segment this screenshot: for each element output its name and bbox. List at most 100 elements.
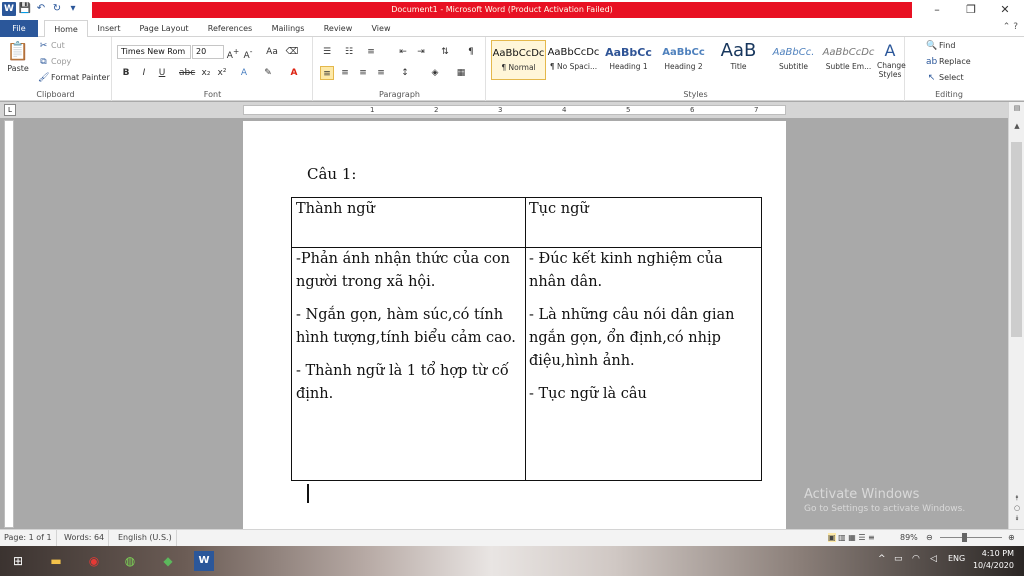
- ruler-toggle-icon[interactable]: ▤: [1009, 104, 1024, 112]
- table-cell-thanh-ngu[interactable]: -Phản ánh nhận thức của con người trong …: [296, 248, 522, 416]
- word-count[interactable]: Words: 64: [60, 530, 110, 546]
- tab-home[interactable]: Home: [44, 20, 88, 38]
- zoom-slider-thumb[interactable]: [962, 533, 967, 542]
- page-count[interactable]: Page: 1 of 1: [0, 530, 57, 546]
- print-layout-icon[interactable]: ▣: [828, 533, 836, 542]
- help-icon[interactable]: ?: [1013, 22, 1018, 32]
- tab-selector-icon[interactable]: L: [4, 104, 16, 116]
- document-area[interactable]: Câu 1: Thành ngữ Tục ngữ -Phản ánh nhận …: [16, 118, 1008, 529]
- bold-icon[interactable]: B: [119, 66, 133, 80]
- multilevel-list-icon[interactable]: ≡: [364, 45, 378, 59]
- comparison-table[interactable]: Thành ngữ Tục ngữ -Phản ánh nhận thức củ…: [291, 197, 762, 481]
- style-heading-2[interactable]: AaBbCc Heading 2: [656, 40, 711, 80]
- change-styles-button[interactable]: A Change Styles: [877, 41, 906, 79]
- font-color-icon[interactable]: A: [287, 66, 301, 80]
- table-header-thanh-ngu[interactable]: Thành ngữ: [296, 198, 522, 221]
- clear-formatting-icon[interactable]: ⌫: [285, 45, 299, 59]
- tab-page-layout[interactable]: Page Layout: [136, 20, 192, 37]
- word-taskbar-icon[interactable]: W: [194, 551, 214, 571]
- justify-icon[interactable]: ≡: [374, 66, 388, 80]
- next-page-icon[interactable]: ⯯: [1009, 514, 1024, 523]
- strikethrough-icon[interactable]: abc: [179, 66, 195, 80]
- style-heading-1[interactable]: AaBbCc Heading 1: [601, 40, 656, 80]
- style-normal[interactable]: AaBbCcDc ¶ Normal: [491, 40, 546, 80]
- tab-references[interactable]: References: [202, 20, 258, 37]
- browse-object-icon[interactable]: ○: [1009, 504, 1024, 512]
- battery-icon[interactable]: ▭: [894, 554, 903, 564]
- zoom-out-icon[interactable]: ⊖: [922, 530, 937, 546]
- close-button[interactable]: ✕: [988, 0, 1022, 20]
- replace-button[interactable]: ab Replace: [926, 56, 971, 68]
- style-title[interactable]: AaB Title: [711, 40, 766, 80]
- style-no-spacing[interactable]: AaBbCcDc ¶ No Spaci...: [546, 40, 601, 80]
- system-clock[interactable]: 4:10 PM 10/4/2020: [973, 548, 1014, 572]
- zoom-level[interactable]: 89%: [896, 530, 922, 546]
- format-painter-button[interactable]: 🖌 Format Painter: [38, 72, 110, 84]
- decrease-indent-icon[interactable]: ⇤: [396, 45, 410, 59]
- save-icon[interactable]: 💾: [18, 2, 32, 16]
- superscript-icon[interactable]: x²: [215, 66, 229, 80]
- numbering-icon[interactable]: ☷: [342, 45, 356, 59]
- scroll-up-icon[interactable]: ▲: [1009, 122, 1024, 130]
- text-effects-icon[interactable]: A: [237, 66, 251, 80]
- find-button[interactable]: 🔍 Find: [926, 40, 955, 52]
- zoom-in-icon[interactable]: ⊕: [1004, 530, 1019, 546]
- borders-icon[interactable]: ▦: [454, 66, 468, 80]
- table-header-tuc-ngu[interactable]: Tục ngữ: [529, 198, 759, 221]
- line-spacing-icon[interactable]: ↕: [398, 66, 412, 80]
- language-status[interactable]: English (U.S.): [114, 530, 177, 546]
- subscript-icon[interactable]: x₂: [199, 66, 213, 80]
- web-layout-icon[interactable]: ▦: [848, 533, 856, 542]
- select-button[interactable]: ↖ Select: [926, 72, 964, 84]
- minimize-button[interactable]: –: [920, 0, 954, 20]
- file-explorer-icon[interactable]: ▬: [46, 551, 66, 571]
- stack-app-icon[interactable]: ◆: [158, 551, 178, 571]
- highlight-icon[interactable]: ✎: [261, 66, 275, 80]
- table-cell-tuc-ngu[interactable]: - Đúc kết kinh nghiệm của nhân dân. - Là…: [529, 248, 759, 416]
- align-right-icon[interactable]: ≡: [356, 66, 370, 80]
- style-subtle-emphasis[interactable]: AaBbCcDc Subtle Em...: [821, 40, 876, 80]
- italic-icon[interactable]: I: [137, 66, 151, 80]
- change-case-icon[interactable]: Aa: [265, 45, 279, 59]
- customize-qat-icon[interactable]: ▾: [66, 2, 80, 16]
- shading-icon[interactable]: ◈: [428, 66, 442, 80]
- undo-icon[interactable]: ↶: [34, 2, 48, 16]
- volume-icon[interactable]: ◁: [930, 554, 937, 564]
- redo-icon[interactable]: ↻: [50, 2, 64, 16]
- cut-button[interactable]: ✂ Cut: [38, 40, 65, 52]
- align-left-icon[interactable]: ≡: [320, 66, 334, 80]
- font-name-box[interactable]: Times New Rom: [117, 45, 191, 59]
- sort-icon[interactable]: ⇅: [438, 45, 452, 59]
- copy-button[interactable]: ⧉ Copy: [38, 56, 71, 68]
- ruler-track[interactable]: 1 2 3 4 5 6 7: [243, 105, 786, 115]
- input-language[interactable]: ENG: [948, 554, 965, 563]
- start-icon[interactable]: ⊞: [8, 551, 28, 571]
- paste-button[interactable]: 📋 Paste: [6, 41, 30, 75]
- outline-icon[interactable]: ☰: [858, 533, 865, 542]
- document-page[interactable]: Câu 1: Thành ngữ Tục ngữ -Phản ánh nhận …: [243, 121, 786, 529]
- style-subtitle[interactable]: AaBbCc. Subtitle: [766, 40, 821, 80]
- bullets-icon[interactable]: ☰: [320, 45, 334, 59]
- tab-insert[interactable]: Insert: [92, 20, 126, 37]
- scroll-thumb[interactable]: [1011, 142, 1022, 337]
- underline-icon[interactable]: U: [155, 66, 169, 80]
- align-center-icon[interactable]: ≡: [338, 66, 352, 80]
- shrink-font-icon[interactable]: A-: [241, 45, 255, 61]
- tray-chevron-icon[interactable]: ^: [878, 554, 886, 564]
- tab-view[interactable]: View: [366, 20, 396, 37]
- tab-review[interactable]: Review: [320, 20, 356, 37]
- full-screen-reading-icon[interactable]: ▥: [838, 533, 846, 542]
- restore-button[interactable]: ❐: [954, 0, 988, 20]
- wifi-icon[interactable]: ◠: [912, 554, 920, 564]
- word-logo-icon[interactable]: W: [2, 2, 16, 16]
- previous-page-icon[interactable]: ⯭: [1009, 494, 1024, 503]
- grow-font-icon[interactable]: A+: [226, 45, 240, 61]
- increase-indent-icon[interactable]: ⇥: [414, 45, 428, 59]
- show-marks-icon[interactable]: ¶: [464, 45, 478, 59]
- horizontal-ruler[interactable]: 1 2 3 4 5 6 7: [0, 102, 1024, 118]
- tab-file[interactable]: File: [0, 20, 38, 37]
- vertical-ruler[interactable]: [4, 120, 14, 528]
- question-heading[interactable]: Câu 1:: [307, 165, 356, 183]
- chrome-icon[interactable]: ◉: [84, 551, 104, 571]
- app-icon[interactable]: ◍: [120, 551, 140, 571]
